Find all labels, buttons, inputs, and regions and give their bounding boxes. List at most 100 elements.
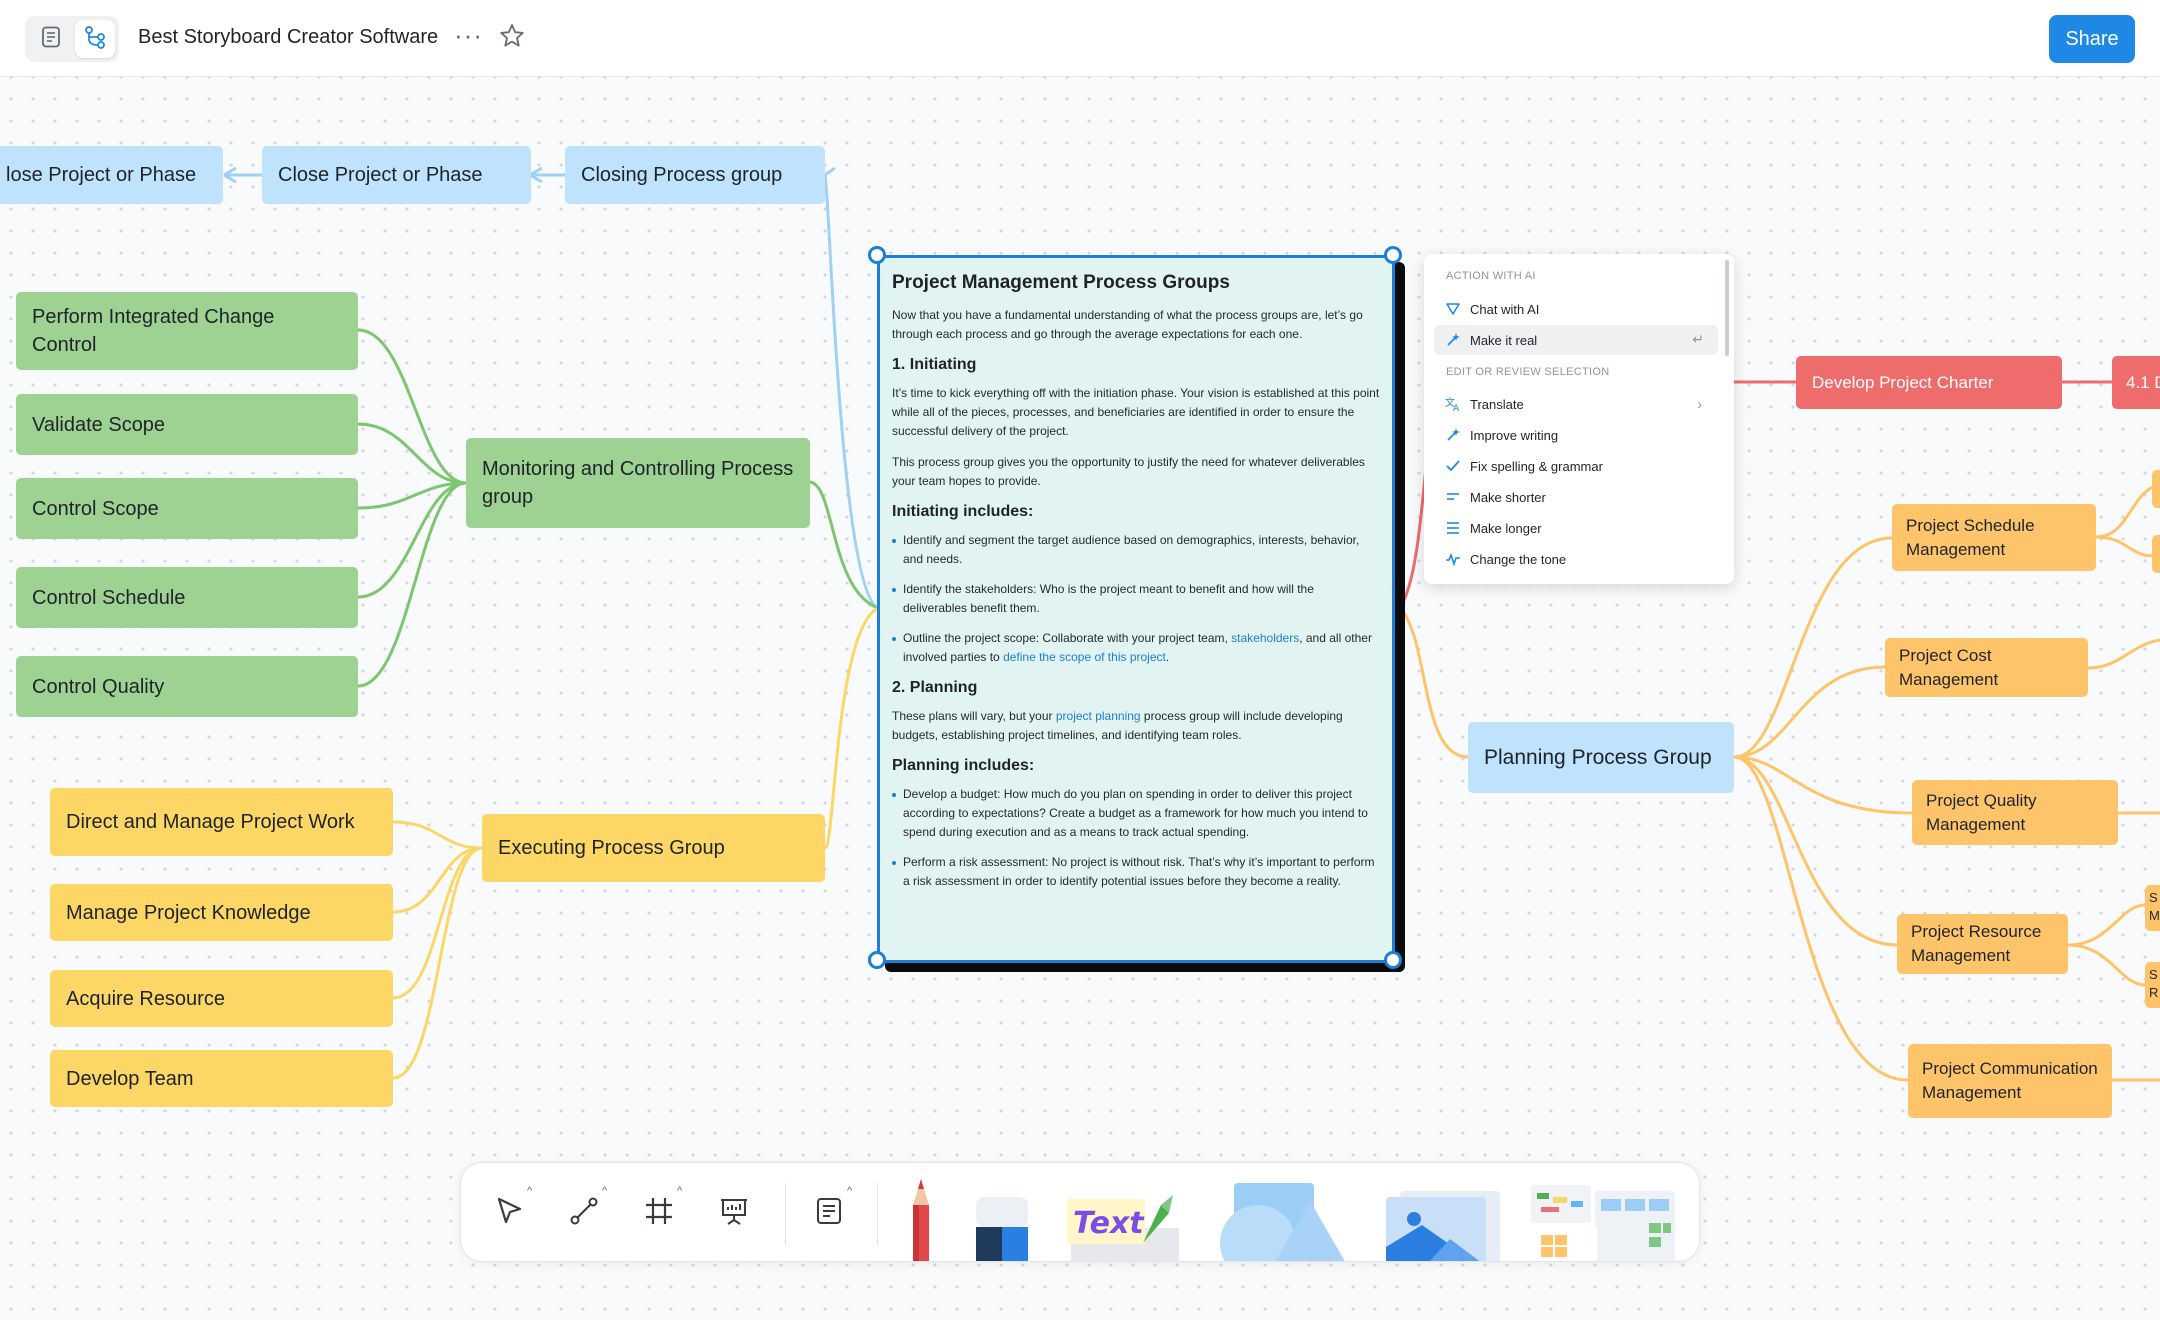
text-sticker-label: Text bbox=[1073, 1206, 1145, 1241]
close-project-phase-node-1[interactable]: lose Project or Phase bbox=[0, 146, 223, 204]
initiating-includes-heading: Initiating includes: bbox=[892, 503, 1034, 520]
planning-process-group-node[interactable]: Planning Process Group bbox=[1468, 722, 1734, 793]
initiating-paragraph-1: It’s time to kick everything off with th… bbox=[892, 386, 1380, 438]
node-label: Project Cost Management bbox=[1899, 645, 1999, 689]
process-groups-document-card[interactable]: Project Management Process Groups Now th… bbox=[877, 255, 1395, 963]
resize-handle-bottom-right[interactable] bbox=[1384, 951, 1402, 969]
resource-subnode-1[interactable]: SM bbox=[2145, 885, 2160, 931]
node-label: Direct and Manage Project Work bbox=[66, 811, 355, 833]
node-label: 4.1 D bbox=[2126, 372, 2160, 392]
text-tool-button[interactable]: Text bbox=[1061, 1183, 1181, 1261]
make-it-real-item[interactable]: Make it real ↵ bbox=[1434, 325, 1718, 355]
manage-project-knowledge-node[interactable]: Manage Project Knowledge bbox=[50, 884, 393, 941]
charter-subtask-node[interactable]: 4.1 D bbox=[2112, 356, 2160, 409]
chat-with-ai-item[interactable]: Chat with AI bbox=[1434, 294, 1718, 324]
magic-wand-icon bbox=[1438, 427, 1468, 443]
shorter-icon bbox=[1438, 489, 1468, 505]
section-label-edit: EDIT OR REVIEW SELECTION bbox=[1446, 366, 1610, 378]
node-label: Executing Process Group bbox=[498, 837, 725, 859]
initiating-paragraph-2: This process group gives you the opportu… bbox=[892, 455, 1365, 488]
list-item: Perform a risk assessment: No project is… bbox=[892, 853, 1380, 891]
project-planning-link[interactable]: project planning bbox=[1056, 709, 1141, 723]
caret-icon[interactable]: ^ bbox=[677, 1185, 682, 1197]
node-label: S bbox=[2149, 890, 2158, 905]
project-communication-management-node[interactable]: Project Communication Management bbox=[1908, 1044, 2112, 1118]
menu-scrollbar[interactable] bbox=[1725, 260, 1729, 356]
close-project-phase-node-2[interactable]: Close Project or Phase bbox=[262, 146, 531, 204]
image-tool-button[interactable] bbox=[1376, 1183, 1506, 1261]
eraser-icon bbox=[966, 1197, 1036, 1261]
shapes-icon bbox=[1206, 1183, 1366, 1261]
node-label: R bbox=[2149, 985, 2159, 1000]
caret-icon[interactable]: ^ bbox=[847, 1185, 852, 1197]
acquire-resource-node[interactable]: Acquire Resource bbox=[50, 970, 393, 1027]
resize-handle-top-left[interactable] bbox=[868, 246, 886, 264]
svg-text:A: A bbox=[1453, 404, 1460, 412]
develop-project-charter-node[interactable]: Develop Project Charter bbox=[1796, 356, 2062, 409]
longer-icon bbox=[1438, 520, 1468, 536]
make-shorter-item[interactable]: Make shorter bbox=[1434, 482, 1718, 512]
caret-icon[interactable]: ^ bbox=[527, 1185, 532, 1197]
project-schedule-management-node[interactable]: Project Schedule Management bbox=[1892, 504, 2096, 571]
connector-tool-button[interactable] bbox=[562, 1191, 606, 1235]
stakeholders-link[interactable]: stakeholders bbox=[1231, 631, 1299, 645]
shapes-tool-button[interactable] bbox=[1206, 1183, 1366, 1261]
node-label: Perform Integrated Change Control bbox=[32, 306, 275, 356]
item-label: Change the tone bbox=[1470, 551, 1567, 567]
perform-integrated-change-control-node[interactable]: Perform Integrated Change Control bbox=[16, 292, 358, 370]
validate-scope-node[interactable]: Validate Scope bbox=[16, 394, 358, 455]
note-icon bbox=[813, 1195, 845, 1232]
pencil-tool-button[interactable] bbox=[891, 1173, 951, 1261]
sparkle-icon bbox=[1438, 301, 1468, 317]
eraser-tool-button[interactable] bbox=[966, 1193, 1036, 1261]
resize-handle-bottom-left[interactable] bbox=[868, 951, 886, 969]
node-label: Validate Scope bbox=[32, 413, 166, 436]
caret-icon[interactable]: ^ bbox=[602, 1185, 607, 1197]
planning-list: Develop a budget: How much do you plan o… bbox=[892, 785, 1380, 891]
frame-tool-button[interactable] bbox=[637, 1191, 681, 1235]
item-label: Make it real bbox=[1470, 332, 1538, 348]
define-scope-link[interactable]: define the scope of this project bbox=[1003, 650, 1166, 664]
fix-spelling-grammar-item[interactable]: Fix spelling & grammar bbox=[1434, 451, 1718, 481]
direct-manage-project-work-node[interactable]: Direct and Manage Project Work bbox=[50, 788, 393, 856]
project-cost-management-node[interactable]: Project Cost Management bbox=[1885, 638, 2088, 697]
control-scope-node[interactable]: Control Scope bbox=[16, 478, 358, 539]
project-quality-management-node[interactable]: Project Quality Management bbox=[1912, 780, 2118, 845]
item-label: Make shorter bbox=[1470, 489, 1546, 505]
templates-tool-button[interactable] bbox=[1531, 1183, 1681, 1261]
closing-process-group-node[interactable]: Closing Process group bbox=[565, 146, 825, 204]
schedule-subnode-2[interactable] bbox=[2152, 535, 2160, 573]
control-quality-node[interactable]: Control Quality bbox=[16, 656, 358, 717]
resize-handle-top-right[interactable] bbox=[1384, 246, 1402, 264]
enter-icon: ↵ bbox=[1692, 331, 1704, 347]
node-label: Project Quality Management bbox=[1926, 790, 2037, 834]
item-label: Translate bbox=[1470, 396, 1524, 412]
node-label: Closing Process group bbox=[581, 164, 783, 186]
text-sticker-icon: Text bbox=[1061, 1195, 1181, 1261]
resource-subnode-2[interactable]: SR bbox=[2145, 962, 2160, 1008]
list-item: Identify the stakeholders: Who is the pr… bbox=[892, 580, 1380, 618]
node-label: lose Project or Phase bbox=[6, 164, 197, 186]
node-label: Develop Project Charter bbox=[1812, 372, 1994, 392]
control-schedule-node[interactable]: Control Schedule bbox=[16, 567, 358, 628]
translate-item[interactable]: 文A Translate › bbox=[1434, 389, 1718, 419]
develop-team-node[interactable]: Develop Team bbox=[50, 1050, 393, 1107]
ai-action-menu: ACTION WITH AI Chat with AI Make it real… bbox=[1424, 254, 1734, 584]
change-tone-item[interactable]: Change the tone bbox=[1434, 544, 1718, 574]
project-resource-management-node[interactable]: Project Resource Management bbox=[1897, 914, 2068, 974]
improve-writing-item[interactable]: Improve writing bbox=[1434, 420, 1718, 450]
card-intro: Now that you have a fundamental understa… bbox=[892, 308, 1363, 341]
presentation-icon bbox=[718, 1195, 750, 1232]
schedule-subnode-1[interactable] bbox=[2152, 470, 2160, 508]
node-label: Monitoring and Controlling Process group bbox=[482, 458, 794, 508]
presentation-tool-button[interactable] bbox=[712, 1191, 756, 1235]
note-tool-button[interactable] bbox=[807, 1191, 851, 1235]
executing-process-group-node[interactable]: Executing Process Group bbox=[482, 814, 825, 882]
connector-icon bbox=[568, 1195, 600, 1232]
node-label: S bbox=[2149, 967, 2158, 982]
monitoring-controlling-group-node[interactable]: Monitoring and Controlling Process group bbox=[466, 438, 810, 528]
item-label: Fix spelling & grammar bbox=[1470, 458, 1603, 474]
item-label: Improve writing bbox=[1470, 427, 1559, 443]
select-tool-button[interactable] bbox=[487, 1191, 531, 1235]
make-longer-item[interactable]: Make longer bbox=[1434, 513, 1718, 543]
